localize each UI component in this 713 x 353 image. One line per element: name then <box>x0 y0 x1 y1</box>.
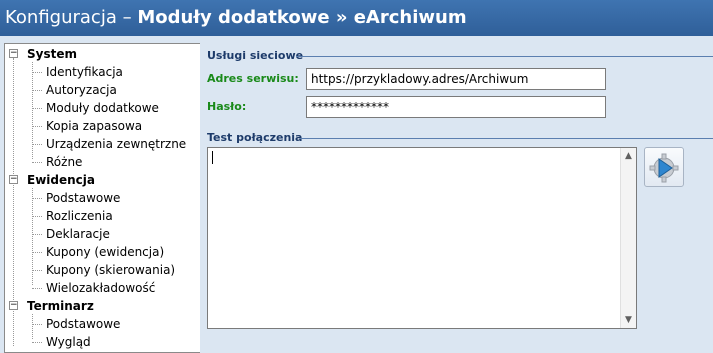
scroll-down-icon[interactable]: ▼ <box>621 312 636 328</box>
tree-item-kupony-skierowania[interactable]: Kupony (skierowania) <box>46 261 175 279</box>
password-input[interactable] <box>306 96 606 118</box>
tree-item-podstawowe[interactable]: Podstawowe <box>46 189 120 207</box>
scroll-up-icon[interactable]: ▲ <box>621 148 636 164</box>
group-divider <box>296 56 713 57</box>
tree-item-moduly-dodatkowe[interactable]: Moduły dodatkowe <box>46 99 159 117</box>
password-label: Hasło: <box>207 100 247 113</box>
title-prefix: Konfiguracja – <box>5 7 138 28</box>
title-section: Moduły dodatkowe » eArchiwum <box>137 7 467 28</box>
tree-item-wyglad[interactable]: Wygląd <box>46 333 91 351</box>
tree-item-deklaracje[interactable]: Deklaracje <box>46 225 110 243</box>
collapse-icon[interactable]: − <box>9 175 18 184</box>
settings-panel: Usługi sieciowe Adres serwisu: Hasło: Te… <box>200 36 713 353</box>
text-cursor <box>212 151 213 164</box>
service-address-label: Adres serwisu: <box>207 72 299 85</box>
tree-item-system[interactable]: System <box>27 45 77 63</box>
tree-item-ewidencja[interactable]: Ewidencja <box>27 171 95 189</box>
tree-item-autoryzacja[interactable]: Autoryzacja <box>46 81 117 99</box>
service-address-input[interactable] <box>306 68 606 90</box>
group-title-web-services: Usługi sieciowe <box>207 49 304 62</box>
group-divider <box>300 138 713 139</box>
group-title-connection-test: Test połączenia <box>207 131 303 144</box>
connection-test-log[interactable]: ▲ ▼ <box>207 147 637 329</box>
collapse-icon[interactable]: − <box>9 301 18 310</box>
tree-item-urzadzenia[interactable]: Urządzenia zewnętrzne <box>46 135 186 153</box>
tree-item-terminarz[interactable]: Terminarz <box>27 297 94 315</box>
run-test-button[interactable] <box>644 147 684 187</box>
tree-item-rozliczenia[interactable]: Rozliczenia <box>46 207 113 225</box>
collapse-icon[interactable]: − <box>9 49 18 58</box>
gear-play-icon <box>649 153 679 183</box>
log-scrollbar[interactable]: ▲ ▼ <box>620 148 636 328</box>
tree-item-wielozakladowosc[interactable]: Wielozakładowość <box>46 279 155 297</box>
tree-item-kupony-ewidencja[interactable]: Kupony (ewidencja) <box>46 243 164 261</box>
tree-item-identyfikacja[interactable]: Identyfikacja <box>46 63 123 81</box>
config-tree: − System Identyfikacja Autoryzacja Moduł… <box>4 43 200 353</box>
tree-item-terminarz-podstawowe[interactable]: Podstawowe <box>46 315 120 333</box>
tree-item-kopia-zapasowa[interactable]: Kopia zapasowa <box>46 117 142 135</box>
window-title: Konfiguracja – Moduły dodatkowe » eArchi… <box>0 0 713 36</box>
tree-item-rozne[interactable]: Różne <box>46 153 82 171</box>
